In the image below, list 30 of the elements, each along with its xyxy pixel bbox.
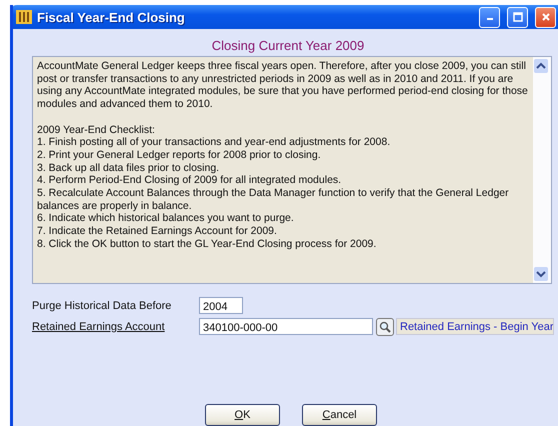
intro-paragraph: AccountMate General Ledger keeps three fiscal years open. Therefore, after you close 2009, you can still post or transfer transactions to any unrestricted periods in 2009 as well as in 2010 and 2011. If you are using any AccountMate integrated modules, be sure that you have performed period-end closing for those modules and advanced them to 2010. — [37, 60, 529, 111]
account-description: Retained Earnings - Begin Year — [396, 318, 554, 335]
checklist-item: 6. Indicate which historical balances you want to purge. — [37, 212, 295, 226]
scrollbar[interactable] — [533, 57, 551, 283]
checklist-item: 8. Click the OK button to start the GL Year-End Closing process for 2009. — [37, 238, 378, 251]
maximize-button[interactable] — [507, 6, 528, 28]
purge-year-field[interactable]: 2004 — [199, 297, 243, 314]
lookup-button[interactable] — [376, 318, 394, 336]
checklist-item: 5. Recalculate Account Balances through the Data Manager function to verify that the General Ledger balances are properly in balance. — [37, 187, 510, 212]
checklist-item: 1. Finish posting all of your transactions and year-end adjustments for 2008. — [37, 136, 392, 149]
close-icon — [540, 12, 550, 22]
section-heading: Closing Current Year 2009 — [210, 38, 366, 53]
checklist-item: 3. Back up all data files prior to closing. — [37, 162, 220, 174]
close-button[interactable] — [535, 6, 556, 28]
scroll-up-icon[interactable] — [534, 59, 548, 73]
app-icon — [16, 10, 32, 24]
minimize-button[interactable] — [479, 6, 500, 28]
ok-button[interactable]: OK — [205, 404, 280, 426]
checklist-title: 2009 Year-End Checklist: — [37, 124, 156, 136]
search-icon — [379, 320, 391, 332]
window-title: Fiscal Year-End Closing — [37, 10, 186, 24]
retained-earnings-link[interactable]: Retained Earnings Account — [32, 320, 199, 332]
cancel-button[interactable]: Cancel — [302, 404, 377, 426]
purge-label: Purge Historical Data Before — [32, 300, 172, 312]
checklist-item: 7. Indicate the Retained Earnings Account for 2009. — [37, 225, 278, 238]
checklist-item: 2. Print your General Ledger reports for 2008 prior to closing. — [37, 148, 322, 162]
account-field[interactable]: 340100-000-00 — [199, 318, 373, 335]
checklist-item: 4. Perform Period-End Closing of 2009 for all integrated modules. — [37, 174, 342, 188]
scroll-down-icon[interactable] — [534, 267, 548, 281]
maximize-icon — [512, 12, 522, 22]
